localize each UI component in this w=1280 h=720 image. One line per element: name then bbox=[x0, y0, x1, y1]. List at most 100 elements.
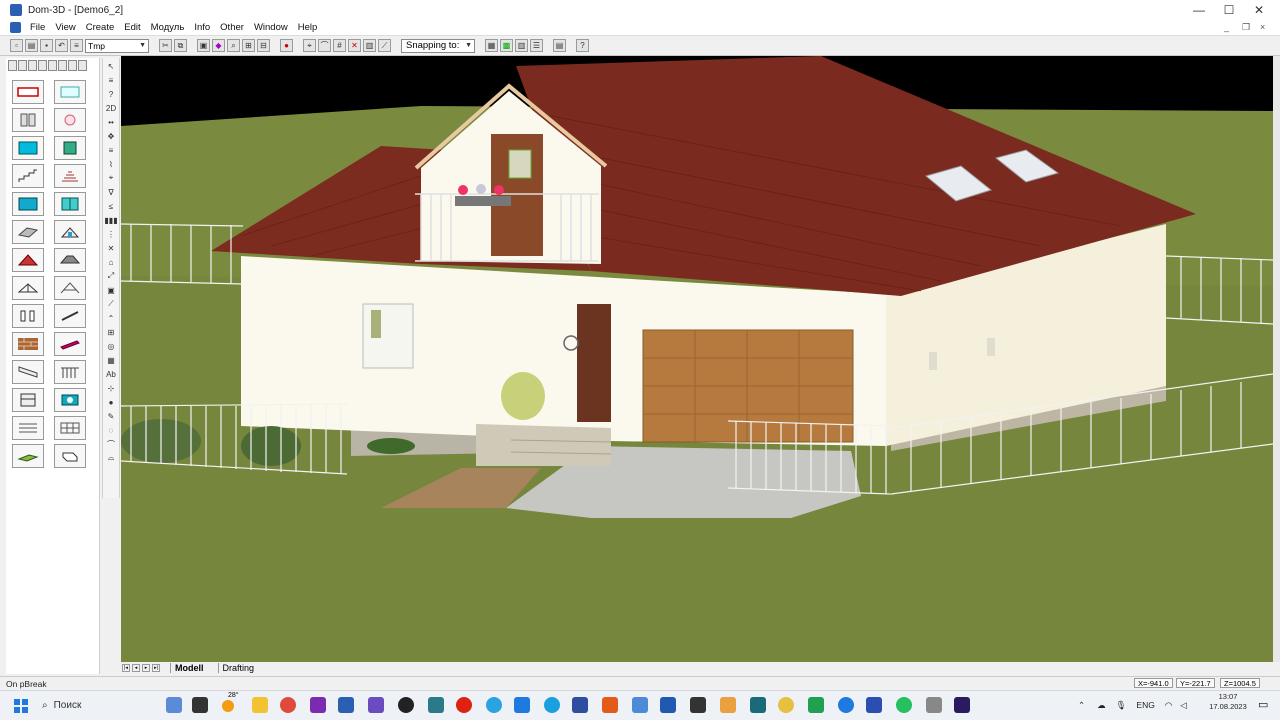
new-file-icon[interactable]: ▫ bbox=[10, 39, 23, 52]
undo-icon[interactable]: ↶ bbox=[55, 39, 68, 52]
measure-icon[interactable]: ⟋ bbox=[378, 39, 391, 52]
vertical-tool-14[interactable]: ⌂ bbox=[105, 256, 117, 268]
premiere-icon[interactable] bbox=[954, 697, 970, 713]
clock[interactable]: 13:07 17.08.2023 bbox=[1204, 692, 1252, 712]
palette-tab[interactable] bbox=[78, 60, 87, 71]
furniture-tool[interactable] bbox=[54, 388, 86, 412]
grid-icon[interactable]: # bbox=[333, 39, 346, 52]
properties-icon[interactable]: ▤ bbox=[553, 39, 566, 52]
edge-icon[interactable] bbox=[838, 697, 854, 713]
menu-create[interactable]: Create bbox=[81, 22, 120, 33]
app-icon[interactable] bbox=[808, 697, 824, 713]
vertical-tool-18[interactable]: ⌃ bbox=[105, 312, 117, 324]
fence-tool[interactable] bbox=[54, 360, 86, 384]
palette-icon[interactable]: ▩ bbox=[500, 39, 513, 52]
vertical-tool-12[interactable]: ⋮ bbox=[105, 228, 117, 240]
menu-edit[interactable]: Edit bbox=[119, 22, 145, 33]
vertical-tool-7[interactable]: ⌇ bbox=[105, 158, 117, 170]
palette-tab[interactable] bbox=[18, 60, 27, 71]
weather-icon[interactable] bbox=[222, 700, 234, 712]
app-icon[interactable] bbox=[750, 697, 766, 713]
first-sheet-button[interactable]: |◂ bbox=[122, 664, 130, 672]
brick-material-tool[interactable] bbox=[12, 332, 44, 356]
opening-tool[interactable] bbox=[54, 192, 86, 216]
menu-module[interactable]: Модуль bbox=[146, 22, 190, 33]
rafter-tool[interactable] bbox=[54, 276, 86, 300]
list-icon[interactable]: ☰ bbox=[530, 39, 543, 52]
task-view-icon[interactable] bbox=[192, 697, 208, 713]
vertical-tool-16[interactable]: ▣ bbox=[105, 284, 117, 296]
skype-icon[interactable] bbox=[544, 697, 560, 713]
app-icon[interactable] bbox=[428, 697, 444, 713]
tray-expand-icon[interactable]: ⌃ bbox=[1078, 700, 1085, 711]
vertical-tool-13[interactable]: ✕ bbox=[105, 242, 117, 254]
table-icon[interactable]: ▦ bbox=[485, 39, 498, 52]
color-icon[interactable]: ◆ bbox=[212, 39, 225, 52]
file-explorer-icon[interactable] bbox=[252, 697, 268, 713]
delete-icon[interactable]: ✕ bbox=[348, 39, 361, 52]
telegram-icon[interactable] bbox=[486, 697, 502, 713]
vertical-tool-19[interactable]: ⊞ bbox=[105, 326, 117, 338]
stairs-tool[interactable] bbox=[12, 164, 44, 188]
last-sheet-button[interactable]: ▸| bbox=[152, 664, 160, 672]
word-icon[interactable] bbox=[572, 697, 588, 713]
window-tool[interactable] bbox=[12, 136, 44, 160]
vertical-tool-9[interactable]: ∇ bbox=[105, 186, 117, 198]
mdi-restore-button[interactable]: ❐ bbox=[1242, 22, 1250, 33]
document-icon[interactable] bbox=[632, 697, 648, 713]
snapping-select[interactable]: Snapping to: ▼ bbox=[401, 38, 475, 53]
copy-icon[interactable]: ⧉ bbox=[174, 39, 187, 52]
palette-tab[interactable] bbox=[8, 60, 17, 71]
vertical-tool-1[interactable]: ≡ bbox=[105, 74, 117, 86]
spiral-stairs-tool[interactable] bbox=[54, 164, 86, 188]
vertical-tool-15[interactable]: ⤢ bbox=[105, 270, 117, 282]
vertical-tool-26[interactable]: ◌ bbox=[105, 424, 117, 436]
zoom-icon[interactable]: ⌕ bbox=[227, 39, 240, 52]
bing-icon[interactable] bbox=[166, 697, 182, 713]
prev-sheet-button[interactable]: ◂ bbox=[132, 664, 140, 672]
menu-help[interactable]: Help bbox=[293, 22, 323, 33]
cut-icon[interactable]: ✂ bbox=[159, 39, 172, 52]
tab-drafting[interactable]: Drafting bbox=[217, 663, 259, 673]
3d-viewport[interactable] bbox=[121, 56, 1273, 662]
layers-icon[interactable]: ≡ bbox=[70, 39, 83, 52]
layer-select[interactable]: Tmp ▼ bbox=[85, 38, 149, 53]
speaker-icon[interactable]: ◁ bbox=[1180, 700, 1187, 711]
terrain-tool[interactable] bbox=[12, 444, 44, 468]
beam-tool[interactable] bbox=[12, 304, 44, 328]
close-button[interactable]: ✕ bbox=[1244, 0, 1274, 20]
save-icon[interactable]: ▪ bbox=[40, 39, 53, 52]
vertical-tool-23[interactable]: ⊹ bbox=[105, 382, 117, 394]
roof-tool[interactable] bbox=[12, 248, 44, 272]
railing-tool[interactable] bbox=[12, 360, 44, 384]
vertical-tool-28[interactable]: ⌓ bbox=[105, 452, 117, 464]
wifi-icon[interactable]: ◠ bbox=[1165, 700, 1172, 711]
windows-start-icon[interactable] bbox=[14, 698, 28, 713]
menu-view[interactable]: View bbox=[50, 22, 80, 33]
minimize-button[interactable]: — bbox=[1184, 0, 1214, 20]
palette-tab[interactable] bbox=[38, 60, 47, 71]
cabinet-tool[interactable] bbox=[12, 388, 44, 412]
vertical-tool-21[interactable]: ▦ bbox=[105, 354, 117, 366]
document-icon[interactable] bbox=[10, 22, 21, 33]
wall-tool[interactable] bbox=[12, 80, 44, 104]
taskbar-search[interactable]: ⌕ Поиск bbox=[42, 700, 162, 711]
ceiling-tool[interactable] bbox=[12, 220, 44, 244]
vertical-tool-24[interactable]: ● bbox=[105, 396, 117, 408]
chrome-icon[interactable] bbox=[778, 697, 794, 713]
chrome-icon[interactable] bbox=[280, 697, 296, 713]
vertical-tool-4[interactable]: •• bbox=[105, 116, 117, 128]
box-tool[interactable] bbox=[54, 444, 86, 468]
hip-roof-tool[interactable] bbox=[54, 248, 86, 272]
shelf-tool[interactable] bbox=[12, 416, 44, 440]
mdi-close-button[interactable]: × bbox=[1260, 22, 1265, 32]
vertical-tool-10[interactable]: ≤ bbox=[105, 200, 117, 212]
snap-line-icon[interactable]: ⌒ bbox=[318, 39, 331, 52]
menu-other[interactable]: Other bbox=[215, 22, 249, 33]
columns-icon[interactable]: ▥ bbox=[515, 39, 528, 52]
app-icon[interactable] bbox=[720, 697, 736, 713]
app-icon[interactable] bbox=[660, 697, 676, 713]
save-icon[interactable] bbox=[866, 697, 882, 713]
mdi-minimize-button[interactable]: _ bbox=[1224, 22, 1229, 32]
hatch-icon[interactable]: ▥ bbox=[363, 39, 376, 52]
